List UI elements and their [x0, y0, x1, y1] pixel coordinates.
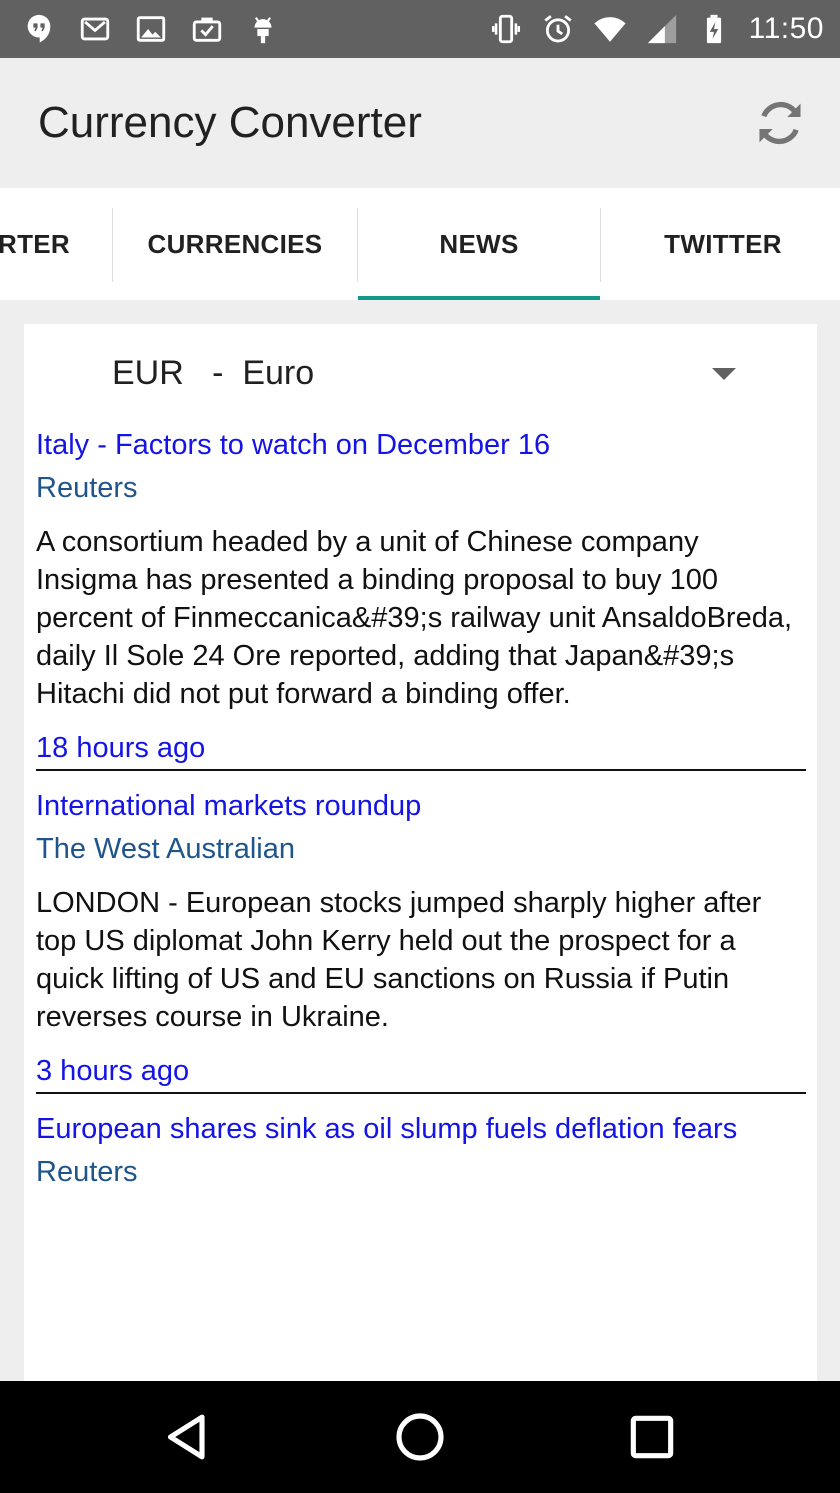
news-time-link[interactable]: 3 hours ago — [36, 1052, 806, 1090]
briefcase-check-icon — [190, 12, 224, 46]
navigation-bar — [0, 1381, 840, 1493]
tab-currencies[interactable]: CURRENCIES — [113, 188, 357, 300]
tab-bar: ERTER CURRENCIES NEWS TWITTER — [0, 188, 840, 300]
system-icons: 11:50 — [489, 12, 824, 46]
active-tab-indicator — [358, 296, 600, 300]
clock: 11:50 — [748, 12, 824, 45]
android-icon — [246, 12, 280, 46]
news-divider — [36, 769, 806, 771]
news-source: The West Australian — [36, 833, 295, 865]
signal-icon — [645, 12, 679, 46]
news-card: EUR - Euro Italy - Factors to watch on D… — [24, 324, 817, 1381]
currency-spinner-value: EUR - Euro — [112, 354, 315, 392]
news-title-link[interactable]: European shares sink as oil slump fuels … — [36, 1108, 806, 1148]
home-button[interactable] — [388, 1405, 452, 1469]
alarm-icon — [541, 12, 575, 46]
dropdown-arrow-icon — [712, 368, 736, 380]
app-bar: Currency Converter — [0, 58, 840, 188]
news-item: Italy - Factors to watch on December 16 … — [36, 424, 806, 771]
news-item: International markets roundup The West A… — [36, 785, 806, 1094]
wifi-icon — [593, 12, 627, 46]
recents-icon — [630, 1415, 674, 1459]
recents-button[interactable] — [620, 1405, 684, 1469]
tab-news[interactable]: NEWS — [358, 188, 600, 300]
news-title-link[interactable]: Italy - Factors to watch on December 16 — [36, 424, 806, 464]
screen: 11:50 Currency Converter ERTER CURRENCIE… — [0, 0, 840, 1493]
image-icon — [134, 12, 168, 46]
battery-charging-icon — [697, 12, 731, 46]
news-divider — [36, 1092, 806, 1094]
home-icon — [396, 1413, 444, 1461]
news-description: LONDON - European stocks jumped sharply … — [36, 887, 762, 1033]
hangouts-icon — [22, 12, 56, 46]
currency-spinner[interactable]: EUR - Euro — [24, 324, 817, 424]
refresh-icon — [759, 101, 801, 145]
news-item: European shares sink as oil slump fuels … — [36, 1108, 806, 1191]
notification-icons — [22, 12, 280, 46]
tab-converter[interactable]: ERTER — [0, 188, 112, 300]
news-description: A consortium headed by a unit of Chinese… — [36, 526, 793, 710]
gmail-icon — [78, 12, 112, 46]
back-icon — [167, 1414, 205, 1460]
vibrate-icon — [489, 12, 523, 46]
news-source: Reuters — [36, 472, 138, 504]
tab-twitter[interactable]: TWITTER — [601, 188, 840, 300]
news-list[interactable]: Italy - Factors to watch on December 16 … — [36, 424, 806, 1264]
refresh-button[interactable] — [750, 93, 810, 153]
app-title: Currency Converter — [38, 98, 422, 147]
news-title-link[interactable]: International markets roundup — [36, 785, 806, 825]
back-button[interactable] — [156, 1405, 220, 1469]
status-bar: 11:50 — [0, 0, 840, 58]
news-source: Reuters — [36, 1156, 138, 1188]
news-time-link[interactable]: 18 hours ago — [36, 729, 806, 767]
